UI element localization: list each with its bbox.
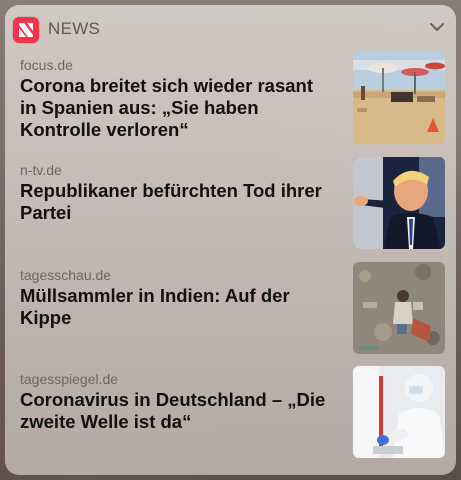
lab-worker-photo[interactable] bbox=[353, 366, 445, 458]
article-source: focus.de bbox=[20, 57, 73, 73]
news-item[interactable]: n-tv.de Republikaner befürchten Tod ihre… bbox=[5, 157, 456, 264]
app-name: NEWS bbox=[48, 19, 101, 38]
apple-news-icon bbox=[13, 17, 39, 43]
widget-header: NEWS bbox=[5, 5, 456, 51]
article-headline[interactable]: Coronavirus in Deutschland – „Die zweite… bbox=[20, 389, 330, 433]
article-headline[interactable]: Republikaner befürchten Tod ihrer Partei bbox=[20, 180, 330, 224]
news-item[interactable]: tagesspiegel.de Coronavirus in Deutschla… bbox=[5, 366, 456, 473]
article-headline[interactable]: Müllsammler in Indien: Auf der Kippe bbox=[20, 285, 330, 329]
article-source: tagesschau.de bbox=[20, 267, 112, 283]
chevron-down-icon[interactable] bbox=[428, 18, 446, 36]
news-notification-widget[interactable]: NEWS focus.de Corona breitet sich wieder… bbox=[5, 5, 456, 475]
news-item[interactable]: tagesschau.de Müllsammler in Indien: Auf… bbox=[5, 262, 456, 369]
landfill-photo[interactable] bbox=[353, 262, 445, 354]
article-headline[interactable]: Corona breitet sich wieder rasant in Spa… bbox=[20, 75, 330, 141]
news-item[interactable]: focus.de Corona breitet sich wieder rasa… bbox=[5, 52, 456, 159]
article-source: n-tv.de bbox=[20, 162, 62, 178]
beach-photo[interactable] bbox=[353, 52, 445, 144]
politician-photo[interactable] bbox=[353, 157, 445, 249]
article-source: tagesspiegel.de bbox=[20, 371, 119, 387]
